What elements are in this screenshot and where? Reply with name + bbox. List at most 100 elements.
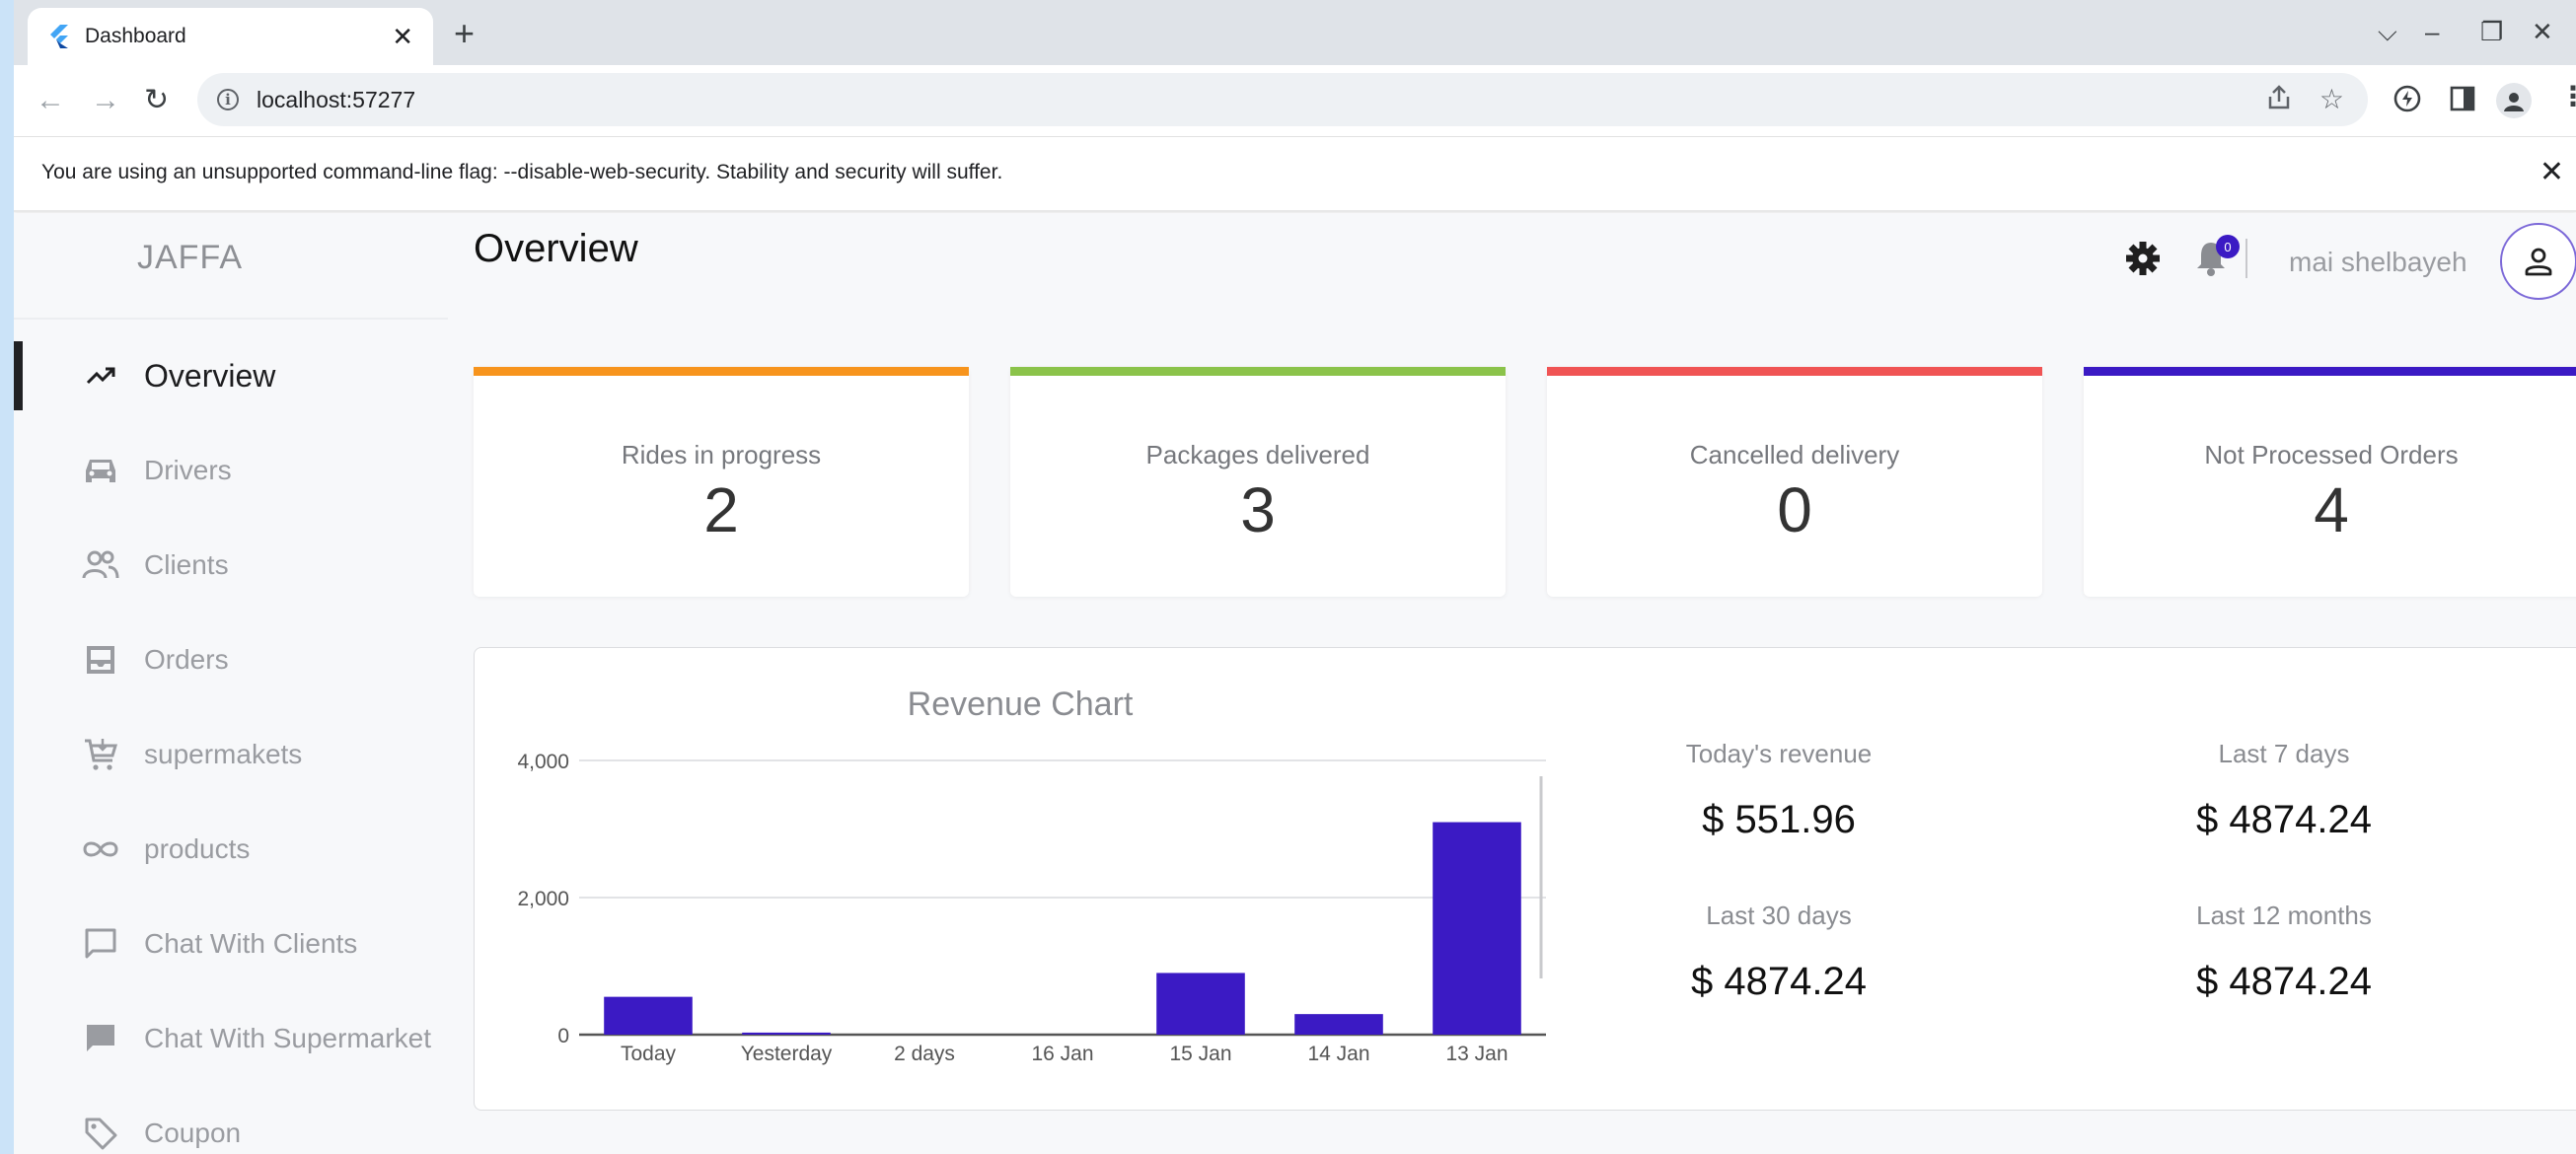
revenue-panel: Revenue Chart Today Yesterday 2 days 16 Jan…: [474, 647, 2576, 1111]
tab-search-icon[interactable]: ⌵: [2378, 12, 2397, 51]
sidebar-item-label: products: [144, 833, 251, 864]
today-revenue-value: $ 551.96: [1702, 798, 1856, 841]
tab-dashboard[interactable]: Dashboard ✕: [28, 8, 433, 65]
sidebar-item-label: Orders: [144, 644, 229, 675]
warning-infobar: You are using an unsupported command-lin…: [14, 137, 2576, 212]
last-7-days-value: $ 4874.24: [2196, 798, 2372, 841]
side-panel-icon[interactable]: [2449, 85, 2476, 112]
stat-value: 3: [1240, 474, 1276, 545]
infinity-icon: [81, 829, 120, 869]
extension-icon[interactable]: [2392, 83, 2423, 114]
chart-x-tick-label: Yesterday: [741, 1043, 833, 1065]
reload-button[interactable]: ↻: [144, 79, 169, 122]
close-window-button[interactable]: ✕: [2532, 12, 2553, 51]
chart-x-tick-label: 16 Jan: [1031, 1043, 1093, 1065]
browser-window: Dashboard ✕ + ⌵ – ❐ ✕ ← → ↻ i localhost:…: [14, 0, 2576, 1154]
back-button[interactable]: ←: [36, 79, 65, 122]
chart-title: Revenue Chart: [908, 685, 1134, 723]
sidebar-item-orders[interactable]: Orders: [14, 625, 448, 694]
sidebar-item-clients[interactable]: Clients: [14, 531, 448, 600]
gear-icon[interactable]: [2125, 241, 2161, 276]
chart-bar[interactable]: [742, 1032, 831, 1035]
stat-label: Cancelled delivery: [1689, 440, 1900, 469]
car-icon: [81, 451, 120, 490]
stat-card-packages-delivered: Packages delivered 3: [1010, 367, 1506, 597]
chart-bar[interactable]: [1156, 973, 1245, 1035]
infobar-close-icon[interactable]: ✕: [2539, 155, 2564, 189]
trending-up-icon: [81, 356, 120, 396]
cart-icon: [81, 735, 120, 774]
tab-close-icon[interactable]: ✕: [392, 22, 413, 52]
stat-value: 0: [1777, 474, 1812, 545]
inbox-icon: [81, 640, 120, 680]
stat-accent-bar: [1010, 367, 1506, 376]
chart-x-tick-label: 15 Jan: [1169, 1043, 1231, 1065]
forward-button[interactable]: →: [91, 79, 120, 122]
chart-x-tick-label: 13 Jan: [1445, 1043, 1508, 1065]
today-revenue-label: Today's revenue: [1685, 739, 1873, 768]
minimize-button[interactable]: –: [2425, 12, 2439, 51]
infobar-message: You are using an unsupported command-lin…: [41, 161, 1003, 183]
chart-bar[interactable]: [604, 996, 693, 1035]
sidebar-item-overview[interactable]: Overview: [14, 341, 448, 410]
last-12-months-value: $ 4874.24: [2196, 960, 2372, 1003]
last-7-days-label: Last 7 days: [2218, 739, 2350, 768]
tab-strip: Dashboard ✕ + ⌵ – ❐ ✕: [14, 0, 2576, 65]
sidebar-item-chat-with-clients[interactable]: Chat With Clients: [14, 909, 448, 978]
sidebar-item-products[interactable]: products: [14, 815, 448, 884]
sidebar-item-label: Overview: [144, 357, 276, 394]
address-bar[interactable]: i localhost:57277 ☆: [197, 73, 2368, 126]
chat-filled-icon: [81, 1019, 120, 1058]
sidebar: JAFFA Overview Drivers Clients Orders su…: [14, 213, 448, 1154]
chart-x-tick-label: Today: [621, 1043, 677, 1065]
sidebar-item-label: Drivers: [144, 455, 232, 485]
bookmark-star-icon[interactable]: ☆: [2319, 83, 2344, 115]
stat-card-rides-in-progress: Rides in progress 2: [474, 367, 969, 597]
tag-icon: [81, 1114, 120, 1153]
chart-y-tick-label: 4,000: [517, 751, 569, 773]
person-icon: [2525, 248, 2552, 276]
sidebar-item-supermakets[interactable]: supermakets: [14, 720, 448, 789]
last-30-days-value: $ 4874.24: [1691, 960, 1867, 1003]
user-name[interactable]: mai shelbayeh: [2289, 247, 2467, 278]
stat-label: Packages delivered: [1145, 440, 1370, 469]
user-avatar[interactable]: [2500, 223, 2576, 300]
revenue-chart: Revenue Chart Today Yesterday 2 days 16 Jan…: [517, 685, 1546, 1065]
stat-value: 4: [2314, 474, 2349, 545]
sidebar-item-drivers[interactable]: Drivers: [14, 436, 448, 505]
sidebar-item-coupon[interactable]: Coupon: [14, 1099, 448, 1154]
stat-card-not-processed-orders: Not Processed Orders 4: [2084, 367, 2576, 597]
chart-y-tick-label: 2,000: [517, 888, 569, 910]
restore-button[interactable]: ❐: [2480, 12, 2503, 51]
chart-y-tick-label: 0: [557, 1025, 569, 1047]
menu-kebab-icon[interactable]: ⋮: [2559, 81, 2576, 112]
chart-x-tick-label: 14 Jan: [1307, 1043, 1369, 1065]
chat-outline-icon: [81, 924, 120, 964]
notification-badge: 0: [2216, 235, 2240, 258]
sidebar-item-label: supermakets: [144, 739, 303, 769]
chart-x-tick-label: 2 days: [894, 1043, 955, 1065]
stat-value: 2: [703, 474, 739, 545]
last-30-days-label: Last 30 days: [1706, 901, 1852, 930]
new-tab-button[interactable]: +: [454, 14, 475, 53]
last-12-months-label: Last 12 months: [2196, 901, 2372, 930]
sidebar-item-label: Coupon: [144, 1118, 242, 1148]
chart-bar[interactable]: [1433, 822, 1521, 1035]
chart-bar[interactable]: [1294, 1014, 1383, 1035]
stat-accent-bar: [1547, 367, 2042, 376]
sidebar-item-label: Chat With Supermarket: [144, 1023, 431, 1053]
profile-icon[interactable]: [2496, 83, 2532, 118]
stat-label: Rides in progress: [621, 440, 822, 469]
sidebar-item-label: Clients: [144, 549, 229, 580]
stat-card-cancelled-delivery: Cancelled delivery 0: [1547, 367, 2042, 597]
flutter-icon: [50, 25, 68, 48]
share-icon[interactable]: [2264, 83, 2294, 112]
stat-label: Not Processed Orders: [2204, 440, 2459, 469]
users-icon: [81, 545, 120, 585]
sidebar-item-chat-with-supermarket[interactable]: Chat With Supermarket: [14, 1004, 448, 1073]
tab-title: Dashboard: [85, 25, 186, 47]
site-info-icon[interactable]: i: [217, 89, 239, 110]
url-text: localhost:57277: [257, 86, 416, 112]
browser-toolbar: ← → ↻ i localhost:57277 ☆ ⋮: [14, 65, 2576, 137]
header-divider: [2245, 239, 2247, 278]
